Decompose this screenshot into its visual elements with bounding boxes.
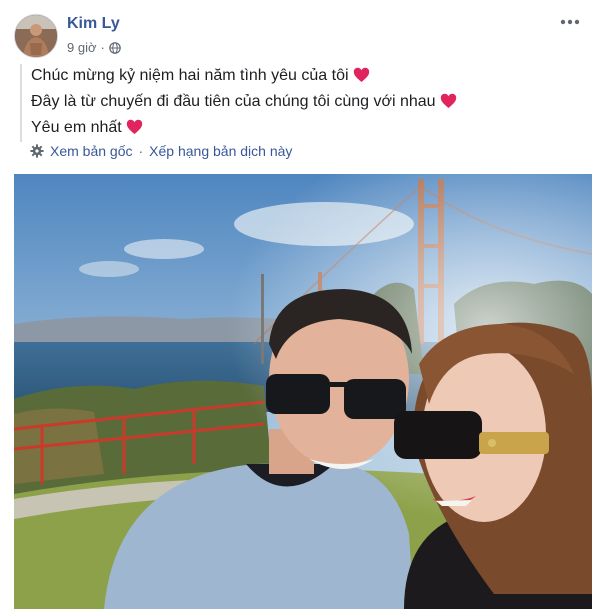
post-text-line: Chúc mừng kỷ niệm hai năm tình yêu của t… bbox=[31, 64, 591, 90]
avatar[interactable] bbox=[14, 14, 58, 58]
post-header: Kim Ly 9 giờ · bbox=[0, 0, 600, 64]
post-time[interactable]: 9 giờ bbox=[67, 40, 97, 55]
post-text-line-1: Chúc mừng kỷ niệm hai năm tình yêu của t… bbox=[31, 67, 349, 84]
post-text-line-3: Yêu em nhất bbox=[31, 119, 122, 136]
author-name[interactable]: Kim Ly bbox=[67, 15, 120, 33]
link-separator: · bbox=[138, 143, 144, 159]
globe-icon[interactable] bbox=[109, 41, 121, 54]
avatar-image bbox=[15, 15, 57, 57]
meta-separator: · bbox=[100, 40, 105, 55]
post-text-line-2: Đây là từ chuyến đi đầu tiên của chúng t… bbox=[31, 93, 436, 110]
heart-icon bbox=[440, 93, 457, 116]
heart-icon bbox=[126, 119, 143, 142]
translation-links: Xem bản gốc · Xếp hạng bản dịch này bbox=[30, 143, 292, 159]
post-meta: 9 giờ · bbox=[67, 40, 121, 55]
heart-icon bbox=[353, 67, 370, 90]
rate-translation-link[interactable]: Xếp hạng bản dịch này bbox=[149, 143, 292, 159]
more-options-icon[interactable] bbox=[556, 12, 584, 32]
gear-icon[interactable] bbox=[30, 144, 44, 158]
post-text-line: Đây là từ chuyến đi đầu tiên của chúng t… bbox=[31, 90, 591, 116]
post-photo[interactable] bbox=[14, 174, 592, 609]
translated-text: Chúc mừng kỷ niệm hai năm tình yêu của t… bbox=[20, 64, 591, 142]
see-original-link[interactable]: Xem bản gốc bbox=[50, 143, 133, 159]
post-text-line: Yêu em nhất bbox=[31, 116, 591, 142]
